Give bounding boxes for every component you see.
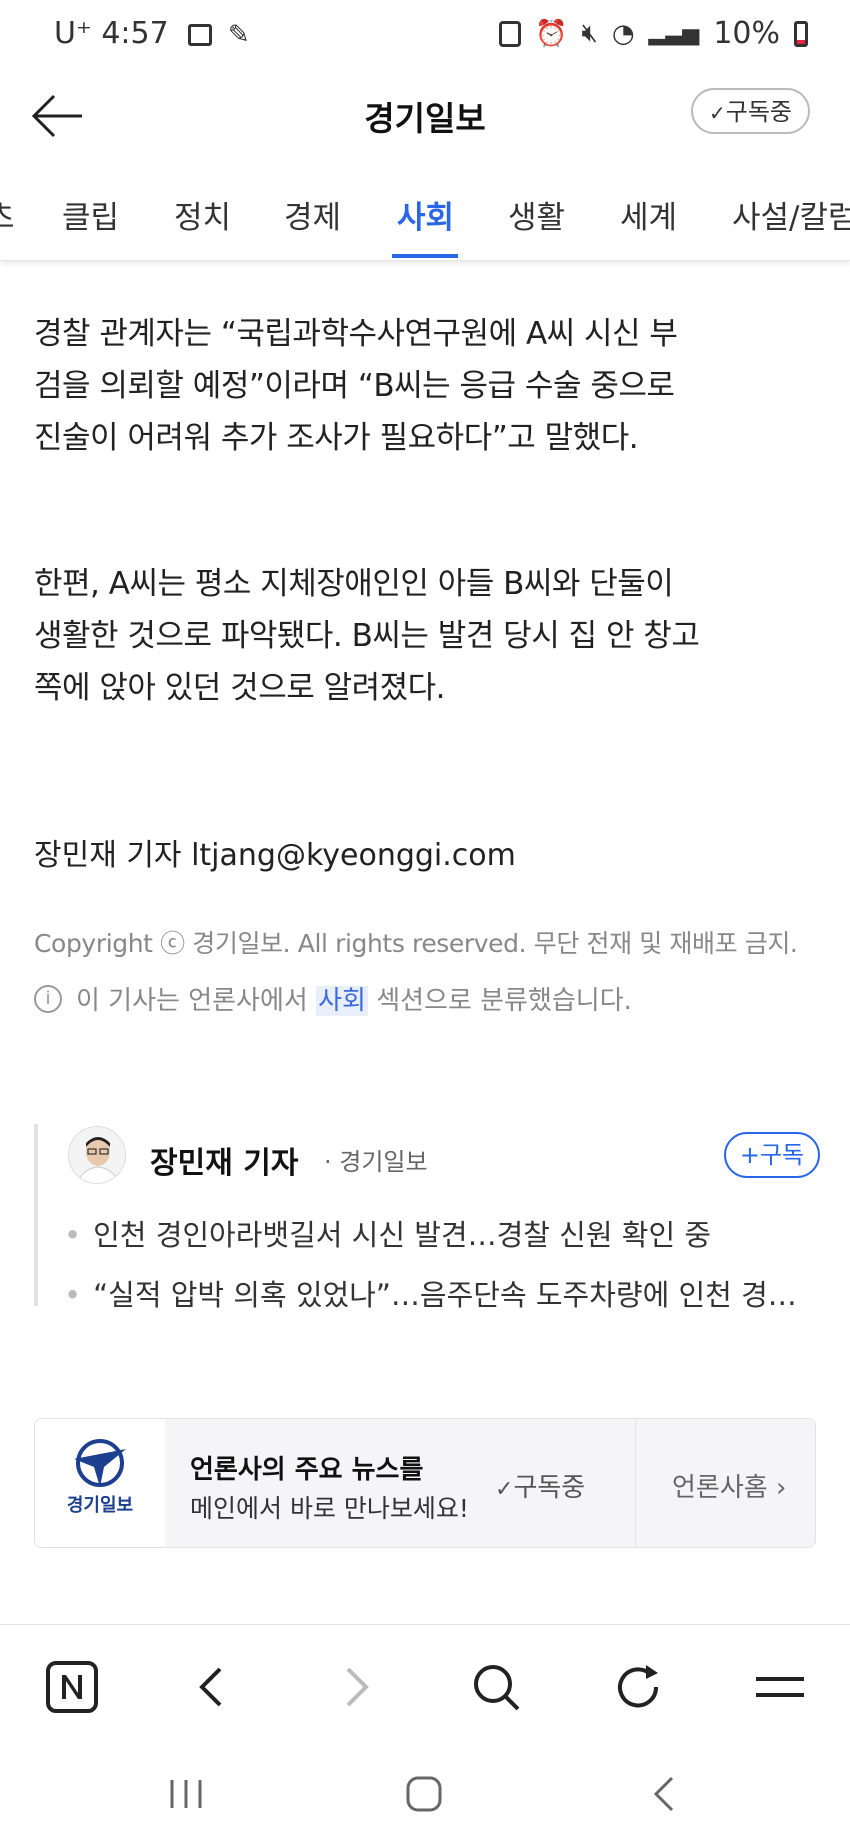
browser-forward-button[interactable] (328, 1659, 384, 1715)
press-subscribe-button[interactable]: ✓구독중 (495, 1467, 585, 1504)
battery-saver-icon (499, 20, 522, 47)
clock: 4:57 (101, 16, 169, 51)
tab-life[interactable]: 생활 (508, 192, 565, 237)
classify-section-link[interactable]: 사회 (316, 986, 368, 1016)
classify-suffix: 섹션으로 분류했습니다. (376, 986, 632, 1016)
tab-opinion[interactable]: 사설/칼럼 (732, 192, 850, 237)
signal-icon: ▂▃▅ (648, 21, 700, 46)
section-tabs: 츠 클립 정치 경제 사회 생활 세계 사설/칼럼 (0, 162, 850, 261)
paragraph-line: 쪽에 앉아 있던 것으로 알려졌다. (34, 670, 446, 706)
tab-world[interactable]: 세계 (620, 192, 677, 237)
promo-description: 메인에서 바로 만나보세요! (190, 1494, 469, 1523)
status-time: U⁺ 4:57 ✎ (54, 16, 250, 51)
classify-prefix: 이 기사는 언론사에서 (76, 986, 308, 1016)
reporter-article-title: “실적 압박 의혹 있었나”…음주단속 도주차량에 인천 경… (93, 1278, 797, 1312)
paragraph-line: 검을 의뢰할 예정”이라며 “B씨는 응급 수술 중으로 (34, 368, 675, 404)
reporter-article-title: 인천 경인아라뱃길서 시신 발견…경찰 신원 확인 중 (93, 1218, 712, 1252)
active-tab-indicator (392, 254, 458, 258)
mute-icon: 🔇︎ (581, 18, 598, 48)
reporter-article-link[interactable]: • 인천 경인아라뱃길서 시신 발견…경찰 신원 확인 중 (64, 1212, 711, 1254)
naver-home-button[interactable] (44, 1659, 100, 1715)
paragraph-line: 한편, A씨는 평소 지체장애인인 아들 B씨와 단둘이 (34, 566, 674, 602)
carrier-label: U⁺ (54, 16, 92, 51)
tab-economy[interactable]: 경제 (284, 192, 341, 237)
system-back-button[interactable] (648, 1774, 678, 1818)
subscribe-status-button[interactable]: ✓구독중 (690, 88, 810, 134)
tab-politics[interactable]: 정치 (174, 192, 231, 237)
press-promo-card: 경기일보 언론사의 주요 뉴스를 메인에서 바로 만나보세요! ✓구독중 언론사… (34, 1418, 816, 1548)
naver-n-icon (46, 1661, 98, 1713)
press-promo-message: 언론사의 주요 뉴스를 메인에서 바로 만나보세요! ✓구독중 (165, 1419, 635, 1547)
chevron-left-icon (199, 1667, 222, 1707)
section-classification: i 이 기사는 언론사에서 사회 섹션으로 분류했습니다. (34, 980, 632, 1017)
bullet-icon: • (64, 1278, 82, 1312)
search-icon (474, 1665, 520, 1711)
press-home-label: 언론사홈 (672, 1473, 768, 1503)
reporter-photo-icon (69, 1127, 125, 1183)
press-subscribe-label: 구독중 (513, 1473, 586, 1503)
battery-percent: 10% (713, 16, 780, 51)
check-icon: ✓ (495, 1477, 514, 1502)
recent-apps-button[interactable] (164, 1776, 208, 1816)
subscribe-label: 구독중 (725, 98, 792, 126)
reporter-avatar[interactable] (68, 1126, 126, 1184)
recent-apps-icon (170, 1780, 202, 1808)
info-icon: i (34, 984, 62, 1013)
refresh-icon (618, 1665, 659, 1708)
follow-reporter-button[interactable]: +구독 (724, 1132, 820, 1178)
paragraph-line: 경찰 관계자는 “국립과학수사연구원에 A씨 시신 부 (34, 316, 678, 352)
reporter-publisher: · 경기일보 (324, 1148, 428, 1176)
tab-clip[interactable]: 클립 (62, 192, 119, 237)
browser-toolbar (0, 1624, 850, 1743)
press-logo-text: 경기일보 (66, 1495, 134, 1516)
home-button[interactable] (404, 1774, 444, 1818)
paragraph-line: 진술이 어려워 추가 조사가 필요하다”고 말했다. (34, 420, 639, 456)
press-logo-icon (74, 1439, 126, 1487)
home-icon (406, 1776, 442, 1812)
tab-society[interactable]: 사회 (397, 192, 454, 237)
article-paragraph: 경찰 관계자는 “국립과학수사연구원에 A씨 시신 부 검을 의뢰할 예정”이라… (34, 308, 824, 464)
paragraph-line: 생활한 것으로 파악됐다. B씨는 발견 당시 집 안 창고 (34, 618, 700, 654)
browser-back-button[interactable] (184, 1659, 240, 1715)
check-icon: ✓ (708, 101, 726, 125)
search-button[interactable] (468, 1659, 524, 1715)
alarm-icon: ⏰ (535, 18, 568, 49)
system-navigation-bar (0, 1742, 850, 1842)
hamburger-menu-icon (756, 1677, 804, 1697)
press-home-link[interactable]: 언론사홈 › (635, 1419, 815, 1547)
reporter-name[interactable]: 장민재 기자 (150, 1138, 298, 1182)
bullet-icon: • (64, 1218, 82, 1252)
reporter-box: 장민재 기자 · 경기일보 +구독 • 인천 경인아라뱃길서 시신 발견…경찰 신… (34, 1124, 820, 1312)
gallery-icon (188, 23, 213, 46)
battery-icon (794, 20, 808, 47)
press-logo[interactable]: 경기일보 (35, 1419, 165, 1547)
app-header: 경기일보 ✓구독중 (0, 70, 850, 162)
reporter-article-link[interactable]: • “실적 압박 의혹 있었나”…음주단속 도주차량에 인천 경… (64, 1272, 797, 1314)
article-paragraph: 한편, A씨는 평소 지체장애인인 아들 B씨와 단둘이 생활한 것으로 파악됐… (34, 558, 824, 714)
chevron-right-icon (346, 1667, 369, 1707)
refresh-button[interactable] (610, 1659, 666, 1715)
app-notification-icon: ✎ (227, 20, 250, 50)
promo-title: 언론사의 주요 뉴스를 (190, 1455, 424, 1485)
system-back-icon (653, 1776, 674, 1812)
status-bar: U⁺ 4:57 ✎ ⏰ 🔇︎ ◔ ▂▃▅ 10% (0, 0, 850, 70)
tab-partial[interactable]: 츠 (0, 192, 15, 237)
menu-button[interactable] (752, 1659, 808, 1715)
wifi-icon: ◔ (611, 18, 635, 49)
copyright-notice: Copyright ⓒ 경기일보. All rights reserved. 무… (34, 929, 798, 958)
byline: 장민재 기자 ltjang@kyeonggi.com (34, 838, 516, 873)
chevron-right-icon: › (775, 1473, 787, 1503)
